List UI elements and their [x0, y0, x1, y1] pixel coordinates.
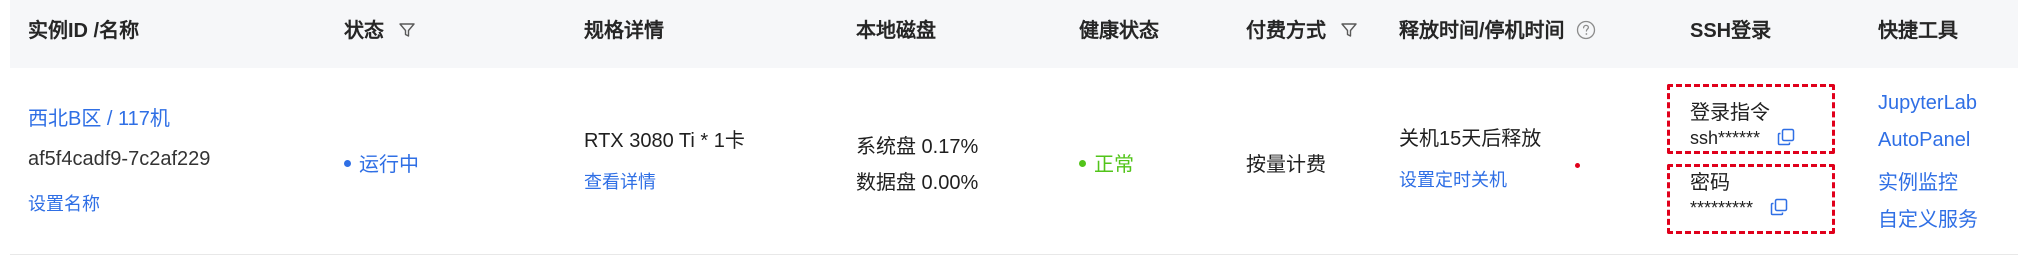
- system-disk-usage: 系统盘 0.17%: [856, 136, 979, 158]
- health-text: 正常: [1094, 154, 1134, 176]
- table-header: 实例ID /名称 状态 规格详情 本地磁盘 健康状态 付费方式 释放时间/停机时…: [10, 0, 2018, 68]
- set-name-link[interactable]: 设置名称: [28, 190, 100, 216]
- header-ssh: SSH登录: [1690, 20, 1772, 42]
- header-status: 状态: [344, 0, 416, 68]
- instance-table: 实例ID /名称 状态 规格详情 本地磁盘 健康状态 付费方式 释放时间/停机时…: [0, 0, 2018, 256]
- billing-type: 按量计费: [1246, 154, 1326, 176]
- header-health: 健康状态: [1079, 20, 1159, 42]
- question-circle-icon[interactable]: [1576, 20, 1596, 40]
- tool-custom-service-link[interactable]: 自定义服务: [1878, 203, 1978, 232]
- instance-id: af5f4cadf9-7c2af229: [28, 148, 211, 170]
- status-text: 运行中: [359, 154, 419, 176]
- header-release: 释放时间/停机时间: [1399, 0, 1596, 68]
- filter-icon[interactable]: [398, 21, 416, 39]
- header-tools: 快捷工具: [1878, 20, 1958, 42]
- copy-icon[interactable]: [1777, 128, 1795, 146]
- region-machine-link[interactable]: 西北B区 / 117机: [28, 102, 170, 131]
- table-row: 西北B区 / 117机 af5f4cadf9-7c2af229 设置名称 运行中…: [10, 68, 2018, 255]
- tool-autopanel-link[interactable]: AutoPanel: [1878, 129, 1970, 152]
- ssh-command-row: ssh******: [1690, 128, 1795, 149]
- header-billing: 付费方式: [1246, 0, 1358, 68]
- tool-jupyterlab-link[interactable]: JupyterLab: [1878, 92, 1977, 115]
- ssh-command-value: ssh******: [1690, 128, 1761, 148]
- view-details-link[interactable]: 查看详情: [584, 168, 656, 194]
- schedule-shutdown-link[interactable]: 设置定时关机: [1399, 166, 1507, 192]
- status-badge: 运行中: [344, 148, 419, 177]
- status-dot: [344, 160, 351, 167]
- health-badge: 正常: [1079, 148, 1134, 177]
- header-release-label: 释放时间/停机时间: [1399, 20, 1565, 42]
- header-status-label: 状态: [344, 20, 384, 42]
- copy-icon[interactable]: [1770, 198, 1788, 216]
- password-value: *********: [1690, 198, 1754, 218]
- tool-instance-monitor-link[interactable]: 实例监控: [1878, 166, 1958, 195]
- ssh-command-label: 登录指令: [1690, 102, 1770, 124]
- annotation-dot: [1575, 163, 1580, 168]
- data-disk-usage: 数据盘 0.00%: [856, 172, 979, 194]
- header-disk: 本地磁盘: [856, 20, 936, 42]
- header-billing-label: 付费方式: [1246, 20, 1326, 42]
- gpu-spec: RTX 3080 Ti * 1卡: [584, 130, 745, 152]
- health-dot: [1079, 160, 1086, 167]
- header-instance: 实例ID /名称: [28, 20, 140, 42]
- filter-icon[interactable]: [1340, 21, 1358, 39]
- password-row: *********: [1690, 198, 1788, 219]
- release-info: 关机15天后释放: [1399, 128, 1542, 150]
- header-spec: 规格详情: [584, 20, 664, 42]
- password-label: 密码: [1690, 172, 1730, 194]
